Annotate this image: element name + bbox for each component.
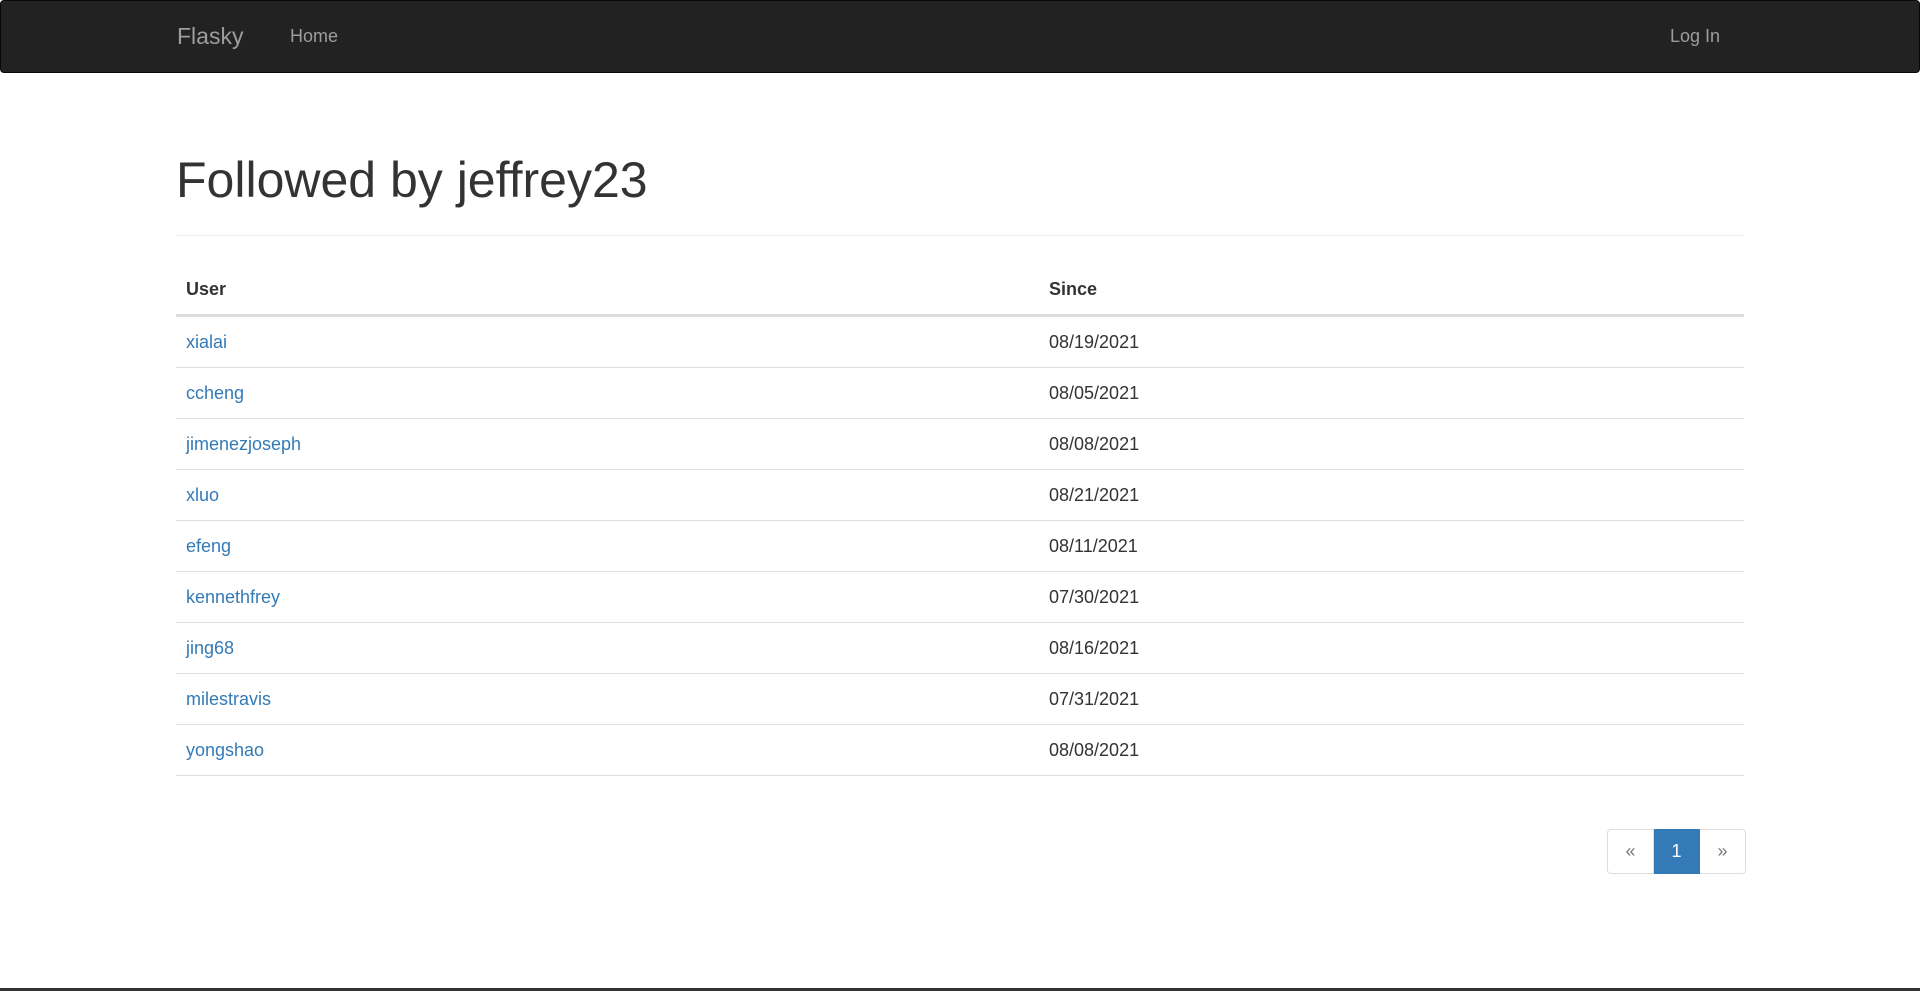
user-link[interactable]: jing68 [186,638,234,658]
user-cell: yongshao [176,724,1039,776]
user-cell: xluo [176,469,1039,521]
page-title: Followed by jeffrey23 [176,152,648,208]
since-cell: 07/31/2021 [1039,673,1744,725]
followers-table: User Since xialai 08/19/2021 ccheng 08/0… [176,264,1744,776]
user-link[interactable]: ccheng [186,383,244,403]
user-link[interactable]: xluo [186,485,219,505]
since-cell: 08/08/2021 [1039,418,1744,470]
pagination-prev-button[interactable]: « [1607,829,1654,874]
pagination: « 1 » [1607,829,1746,874]
table-row: xialai 08/19/2021 [176,315,1744,368]
table-row: efeng 08/11/2021 [176,520,1744,572]
user-link[interactable]: jimenezjoseph [186,434,301,454]
page-header: Followed by jeffrey23 [176,148,1744,236]
user-cell: kennethfrey [176,571,1039,623]
table-row: kennethfrey 07/30/2021 [176,571,1744,623]
since-cell: 08/19/2021 [1039,315,1744,368]
table-row: xluo 08/21/2021 [176,469,1744,521]
table-row: milestravis 07/31/2021 [176,673,1744,725]
since-cell: 08/08/2021 [1039,724,1744,776]
brand-link[interactable]: Flasky [177,1,243,72]
table-header-row: User Since [176,264,1744,317]
user-link[interactable]: milestravis [186,689,271,709]
user-cell: ccheng [176,367,1039,419]
nav-login-link[interactable]: Log In [1670,1,1720,72]
since-cell: 08/05/2021 [1039,367,1744,419]
pagination-next-button[interactable]: » [1700,829,1746,874]
user-link[interactable]: kennethfrey [186,587,280,607]
user-cell: milestravis [176,673,1039,725]
since-cell: 07/30/2021 [1039,571,1744,623]
table-row: jing68 08/16/2021 [176,622,1744,674]
since-cell: 08/16/2021 [1039,622,1744,674]
table-row: ccheng 08/05/2021 [176,367,1744,419]
user-cell: jimenezjoseph [176,418,1039,470]
column-header-since: Since [1039,264,1744,317]
pagination-page-1[interactable]: 1 [1654,829,1700,874]
user-cell: jing68 [176,622,1039,674]
user-link[interactable]: efeng [186,536,231,556]
user-link[interactable]: yongshao [186,740,264,760]
navbar: Flasky Home Log In [0,0,1920,73]
nav-home-link[interactable]: Home [290,1,338,72]
since-cell: 08/11/2021 [1039,520,1744,572]
user-cell: xialai [176,315,1039,368]
user-link[interactable]: xialai [186,332,227,352]
table-row: jimenezjoseph 08/08/2021 [176,418,1744,470]
user-cell: efeng [176,520,1039,572]
since-cell: 08/21/2021 [1039,469,1744,521]
table-row: yongshao 08/08/2021 [176,724,1744,776]
column-header-user: User [176,264,1039,317]
